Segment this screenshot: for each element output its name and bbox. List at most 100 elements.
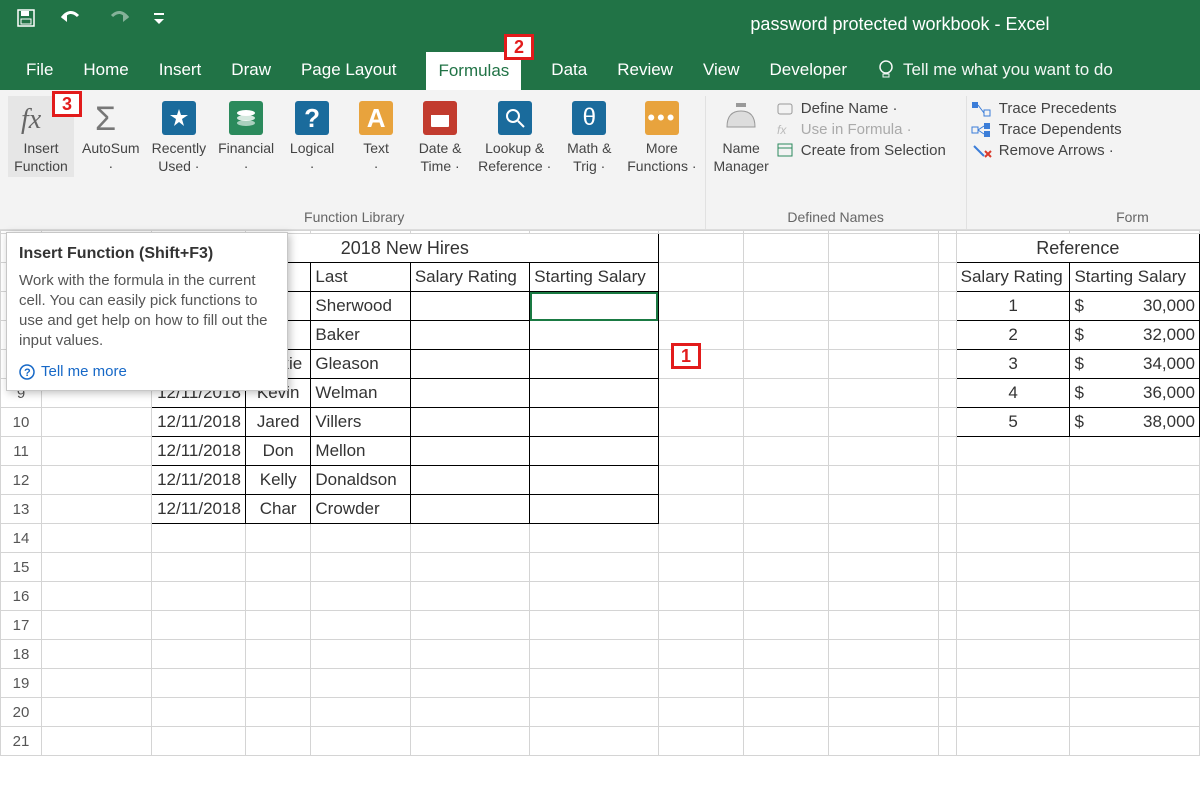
cell[interactable]: Starting Salary bbox=[1070, 263, 1200, 292]
cell[interactable] bbox=[658, 524, 743, 553]
cell[interactable] bbox=[744, 727, 829, 756]
cell[interactable] bbox=[410, 321, 529, 350]
cell[interactable] bbox=[939, 437, 956, 466]
cell[interactable] bbox=[658, 408, 743, 437]
cell[interactable] bbox=[1070, 466, 1200, 495]
cell[interactable] bbox=[658, 669, 743, 698]
cell[interactable] bbox=[245, 669, 310, 698]
cell[interactable] bbox=[956, 466, 1070, 495]
trace-dependents-button[interactable]: Trace Dependents bbox=[971, 121, 1151, 138]
undo-icon[interactable] bbox=[58, 8, 84, 28]
cell[interactable] bbox=[42, 640, 152, 669]
cell[interactable] bbox=[151, 582, 245, 611]
cell[interactable] bbox=[829, 495, 939, 524]
cell[interactable] bbox=[956, 437, 1070, 466]
cell[interactable]: 11 bbox=[1, 437, 42, 466]
cell[interactable] bbox=[1070, 727, 1200, 756]
cell[interactable] bbox=[530, 437, 659, 466]
cell[interactable] bbox=[939, 553, 956, 582]
cell[interactable] bbox=[956, 611, 1070, 640]
cell[interactable] bbox=[410, 727, 529, 756]
cell[interactable] bbox=[530, 495, 659, 524]
cell[interactable] bbox=[744, 263, 829, 292]
table-title-reference[interactable]: Reference bbox=[956, 234, 1199, 263]
cell[interactable] bbox=[42, 466, 152, 495]
cell[interactable]: 16 bbox=[1, 582, 42, 611]
cell[interactable] bbox=[744, 379, 829, 408]
cell[interactable] bbox=[829, 292, 939, 321]
cell[interactable] bbox=[410, 350, 529, 379]
cell[interactable] bbox=[658, 466, 743, 495]
cell[interactable] bbox=[829, 466, 939, 495]
cell[interactable]: Crowder bbox=[311, 495, 410, 524]
cell[interactable] bbox=[939, 234, 956, 263]
tab-developer[interactable]: Developer bbox=[770, 50, 848, 90]
cell[interactable]: 17 bbox=[1, 611, 42, 640]
cell[interactable] bbox=[151, 669, 245, 698]
cell[interactable] bbox=[42, 698, 152, 727]
cell[interactable] bbox=[530, 408, 659, 437]
cell[interactable] bbox=[1070, 437, 1200, 466]
cell[interactable] bbox=[744, 321, 829, 350]
cell[interactable] bbox=[311, 698, 410, 727]
cell[interactable] bbox=[311, 727, 410, 756]
cell[interactable]: 12/11/2018 bbox=[151, 408, 245, 437]
cell[interactable] bbox=[829, 321, 939, 350]
cell[interactable] bbox=[829, 379, 939, 408]
cell[interactable] bbox=[42, 669, 152, 698]
cell[interactable] bbox=[530, 350, 659, 379]
text-button[interactable]: A Text · bbox=[346, 96, 406, 177]
define-name-button[interactable]: Define Name · bbox=[777, 100, 962, 117]
cell[interactable] bbox=[939, 408, 956, 437]
cell[interactable] bbox=[530, 524, 659, 553]
cell[interactable]: Gleason bbox=[311, 350, 410, 379]
tab-file[interactable]: File bbox=[26, 50, 53, 90]
tab-page-layout[interactable]: Page Layout bbox=[301, 50, 396, 90]
cell[interactable] bbox=[1070, 698, 1200, 727]
cell[interactable] bbox=[1070, 582, 1200, 611]
cell[interactable]: 12/11/2018 bbox=[151, 437, 245, 466]
cell[interactable] bbox=[658, 437, 743, 466]
cell[interactable] bbox=[42, 611, 152, 640]
cell[interactable] bbox=[245, 582, 310, 611]
cell[interactable] bbox=[410, 495, 529, 524]
cell[interactable]: Welman bbox=[311, 379, 410, 408]
cell[interactable]: Char bbox=[245, 495, 310, 524]
cell[interactable] bbox=[1070, 495, 1200, 524]
cell[interactable] bbox=[530, 640, 659, 669]
cell[interactable] bbox=[939, 350, 956, 379]
cell[interactable] bbox=[42, 582, 152, 611]
cell[interactable] bbox=[42, 437, 152, 466]
more-functions-button[interactable]: ••• More Functions · bbox=[623, 96, 700, 177]
cell[interactable] bbox=[245, 553, 310, 582]
cell[interactable]: 5 bbox=[956, 408, 1070, 437]
cell[interactable] bbox=[956, 698, 1070, 727]
cell[interactable] bbox=[42, 408, 152, 437]
create-from-selection-button[interactable]: Create from Selection bbox=[777, 142, 962, 159]
cell[interactable] bbox=[410, 582, 529, 611]
cell[interactable]: 12/11/2018 bbox=[151, 466, 245, 495]
cell[interactable]: Villers bbox=[311, 408, 410, 437]
cell[interactable] bbox=[530, 698, 659, 727]
cell[interactable]: 4 bbox=[956, 379, 1070, 408]
cell[interactable] bbox=[829, 669, 939, 698]
cell[interactable] bbox=[658, 611, 743, 640]
cell[interactable] bbox=[956, 669, 1070, 698]
cell[interactable] bbox=[939, 727, 956, 756]
cell[interactable] bbox=[151, 524, 245, 553]
cell[interactable]: $30,000 bbox=[1070, 292, 1200, 321]
cell[interactable]: Salary Rating bbox=[410, 263, 529, 292]
cell[interactable] bbox=[311, 611, 410, 640]
cell[interactable] bbox=[829, 611, 939, 640]
cell[interactable]: Sherwood bbox=[311, 292, 410, 321]
cell[interactable] bbox=[744, 466, 829, 495]
cell[interactable] bbox=[1070, 669, 1200, 698]
active-cell[interactable] bbox=[530, 292, 659, 321]
lookup-reference-button[interactable]: Lookup & Reference · bbox=[474, 96, 555, 177]
cell[interactable] bbox=[829, 437, 939, 466]
cell[interactable] bbox=[744, 698, 829, 727]
cell[interactable] bbox=[410, 437, 529, 466]
cell[interactable] bbox=[245, 698, 310, 727]
cell[interactable] bbox=[829, 553, 939, 582]
cell[interactable] bbox=[151, 611, 245, 640]
